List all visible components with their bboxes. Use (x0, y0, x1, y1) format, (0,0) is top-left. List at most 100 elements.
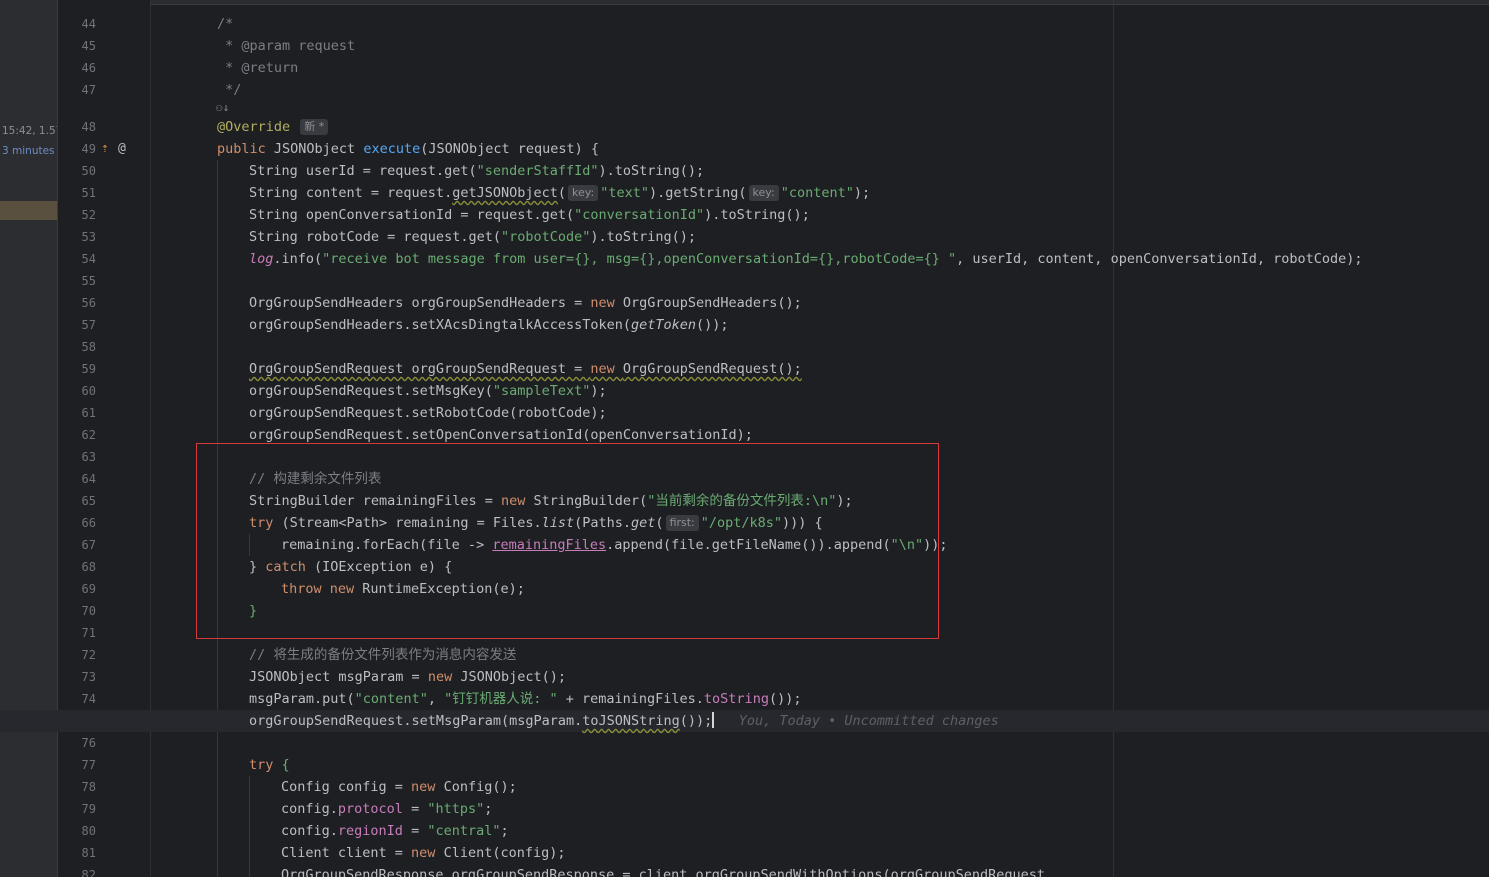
keyword: new (590, 295, 623, 311)
code-line-77[interactable]: try { (0, 754, 1489, 776)
inline-blame-annotation[interactable]: You, Today • Uncommitted changes (739, 713, 999, 729)
string-literal: "sampleText" (492, 383, 591, 399)
keyword: new (411, 779, 444, 795)
code-line-61[interactable]: orgGroupSendRequest.setRobotCode(robotCo… (0, 402, 1489, 424)
type-name: JSONObject (273, 141, 364, 157)
field-name: protocol (337, 801, 403, 817)
code-text: ; (484, 801, 493, 817)
code-line-78[interactable]: Config config = new Config(); (0, 776, 1489, 798)
code-line-51[interactable]: String content = request.getJSONObject(k… (0, 182, 1489, 204)
method-name: execute (363, 141, 421, 157)
deprecated-method: toJSONString (582, 713, 680, 729)
code-text: + remainingFiles. (557, 691, 704, 707)
string-literal: "central" (427, 823, 501, 839)
code-line-44[interactable]: /* (0, 13, 1489, 35)
param-inlay-hint[interactable]: key: (748, 185, 779, 201)
code-line-47[interactable]: */ (0, 79, 1489, 101)
field-name: regionId (337, 823, 403, 839)
code-text: { (281, 757, 290, 773)
comment-text: */ (217, 82, 242, 98)
keyword: new (590, 361, 623, 377)
code-text: config. (281, 801, 338, 817)
code-text: .info( (273, 251, 323, 267)
code-text: ); (853, 185, 871, 201)
code-line-74[interactable]: msgParam.put("content", "钉钉机器人说: " + rem… (0, 688, 1489, 710)
code-text: orgGroupSendHeaders.setXAcsDingtalkAcces… (249, 317, 632, 333)
comment-text: /* (217, 16, 234, 32)
code-text: String openConversationId = request.get( (249, 207, 575, 223)
code-text: OrgGroupSendRequest orgGroupSendRequest … (249, 361, 591, 377)
code-text: , (427, 691, 445, 707)
code-text: ).toString(); (704, 207, 810, 223)
keyword: public (217, 141, 274, 157)
code-text: Config config = (281, 779, 412, 795)
method-name: toString (703, 691, 769, 707)
code-line-48[interactable]: @Override 新 * (0, 116, 1489, 138)
code-line-73[interactable]: JSONObject msgParam = new JSONObject(); (0, 666, 1489, 688)
deprecated-method: getJSONObject (452, 185, 558, 201)
code-text: OrgGroupSendHeaders orgGroupSendHeaders … (249, 295, 591, 311)
code-text: orgGroupSendRequest.setMsgKey( (249, 383, 493, 399)
code-line-80[interactable]: config.regionId = "central"; (0, 820, 1489, 842)
code-line-81[interactable]: Client client = new Client(config); (0, 842, 1489, 864)
code-line-75-current[interactable]: orgGroupSendRequest.setMsgParam(msgParam… (0, 710, 1489, 732)
code-line-53[interactable]: String robotCode = request.get("robotCod… (0, 226, 1489, 248)
code-text: OrgGroupSendHeaders(); (622, 295, 802, 311)
code-text: OrgGroupSendRequest(); (622, 361, 802, 377)
string-literal: "content" (354, 691, 428, 707)
code-text: ; (500, 823, 509, 839)
code-line-52[interactable]: String openConversationId = request.get(… (0, 204, 1489, 226)
comment-text: * @return (217, 60, 299, 76)
override-annotation: @Override (217, 119, 291, 135)
code-text: ); (590, 383, 607, 399)
code-text: ()); (768, 691, 802, 707)
code-line-72[interactable]: // 将生成的备份文件列表作为消息内容发送 (0, 644, 1489, 666)
code-text: orgGroupSendRequest.setRobotCode(robotCo… (249, 405, 607, 421)
code-text: ( (557, 185, 567, 201)
code-text: Client client = (281, 845, 412, 861)
code-text: ).toString(); (598, 163, 705, 179)
code-line-46[interactable]: * @return (0, 57, 1489, 79)
code-text: orgGroupSendRequest.setMsgParam(msgParam… (249, 713, 583, 729)
code-line-50[interactable]: String userId = request.get("senderStaff… (0, 160, 1489, 182)
code-line-79[interactable]: config.protocol = "https"; (0, 798, 1489, 820)
code-text: (JSONObject request) { (420, 141, 600, 157)
code-text: = (402, 801, 428, 817)
keyword: new (411, 845, 444, 861)
static-method: getToken (631, 317, 697, 333)
keyword: try (249, 757, 282, 773)
code-line-57[interactable]: orgGroupSendHeaders.setXAcsDingtalkAcces… (0, 314, 1489, 336)
string-literal: "conversationId" (574, 207, 705, 223)
code-line-49[interactable]: public JSONObject execute(JSONObject req… (0, 138, 1489, 160)
code-text: msgParam.put( (249, 691, 355, 707)
string-literal: "senderStaffId" (476, 163, 599, 179)
code-text: = (402, 823, 428, 839)
code-text: ()); (679, 713, 713, 729)
string-literal: "robotCode" (500, 229, 591, 245)
code-line-60[interactable]: orgGroupSendRequest.setMsgKey("sampleTex… (0, 380, 1489, 402)
keyword: new (427, 669, 461, 685)
string-literal: "https" (427, 801, 485, 817)
param-inlay-hint[interactable]: key: (568, 185, 599, 201)
code-text: String content = request. (249, 185, 453, 201)
code-text: ).getString( (648, 185, 747, 201)
code-line-59[interactable]: OrgGroupSendRequest orgGroupSendRequest … (0, 358, 1489, 380)
code-line-45[interactable]: * @param request (0, 35, 1489, 57)
author-inlay-hint[interactable]: 新 * (300, 119, 329, 135)
highlight-annotation-box (196, 443, 939, 639)
code-text: Client(config); (443, 845, 566, 861)
code-text: Config(); (443, 779, 517, 795)
code-text: OrgGroupSendResponse orgGroupSendRespons… (281, 867, 1046, 877)
code-text: ).toString(); (590, 229, 697, 245)
static-field: log (249, 251, 274, 267)
string-literal: "receive bot message from user={}, msg={… (322, 251, 957, 267)
code-text: String userId = request.get( (249, 163, 477, 179)
code-line-54[interactable]: log.info("receive bot message from user=… (0, 248, 1489, 270)
code-text: config. (281, 823, 338, 839)
code-line-82[interactable]: OrgGroupSendResponse orgGroupSendRespons… (0, 864, 1489, 877)
code-text: JSONObject(); (460, 669, 566, 685)
ide-editor-window: 15:42, 1.57 3 minutes a 4445464748495051… (0, 0, 1489, 877)
code-editor-area[interactable]: /* * @param request * @return */ @Overri… (0, 0, 1489, 877)
code-line-56[interactable]: OrgGroupSendHeaders orgGroupSendHeaders … (0, 292, 1489, 314)
string-literal: "钉钉机器人说: " (444, 691, 558, 707)
